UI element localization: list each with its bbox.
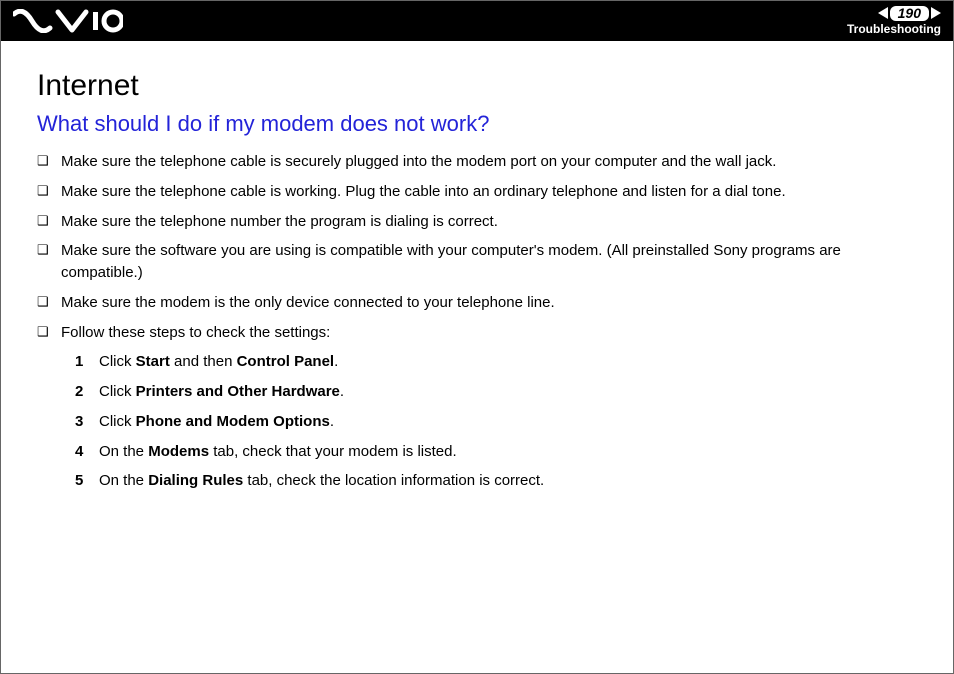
step-item: Click Phone and Modem Options. (75, 411, 917, 433)
header-right: 190 Troubleshooting (847, 6, 941, 37)
list-item: ❑Make sure the telephone cable is secure… (37, 151, 917, 173)
step-item: On the Modems tab, check that your modem… (75, 441, 917, 463)
step-item: Click Start and then Control Panel. (75, 351, 917, 373)
document-page: 190 Troubleshooting Internet What should… (0, 0, 954, 674)
vaio-logo (13, 9, 123, 33)
list-item: ❑Follow these steps to check the setting… (37, 322, 917, 344)
square-bullet-icon: ❑ (37, 322, 61, 343)
prev-page-arrow-icon[interactable] (878, 7, 888, 19)
next-page-arrow-icon[interactable] (931, 7, 941, 19)
square-bullet-icon: ❑ (37, 240, 61, 261)
list-item: ❑Make sure the telephone number the prog… (37, 211, 917, 233)
list-item: ❑Make sure the telephone cable is workin… (37, 181, 917, 203)
bullet-list: ❑Make sure the telephone cable is secure… (37, 151, 917, 343)
steps-list: Click Start and then Control Panel. Clic… (37, 351, 917, 492)
page-number: 190 (890, 6, 929, 21)
vaio-logo-svg (13, 9, 123, 33)
section-title: Troubleshooting (847, 23, 941, 36)
square-bullet-icon: ❑ (37, 181, 61, 202)
list-item: ❑Make sure the modem is the only device … (37, 292, 917, 314)
question-heading: What should I do if my modem does not wo… (37, 111, 917, 137)
page-title: Internet (37, 69, 917, 103)
square-bullet-icon: ❑ (37, 211, 61, 232)
content-area: Internet What should I do if my modem do… (1, 41, 953, 492)
page-nav: 190 (847, 6, 941, 21)
square-bullet-icon: ❑ (37, 292, 61, 313)
list-item: ❑Make sure the software you are using is… (37, 240, 917, 284)
step-item: On the Dialing Rules tab, check the loca… (75, 470, 917, 492)
square-bullet-icon: ❑ (37, 151, 61, 172)
step-item: Click Printers and Other Hardware. (75, 381, 917, 403)
header-bar: 190 Troubleshooting (1, 1, 953, 41)
